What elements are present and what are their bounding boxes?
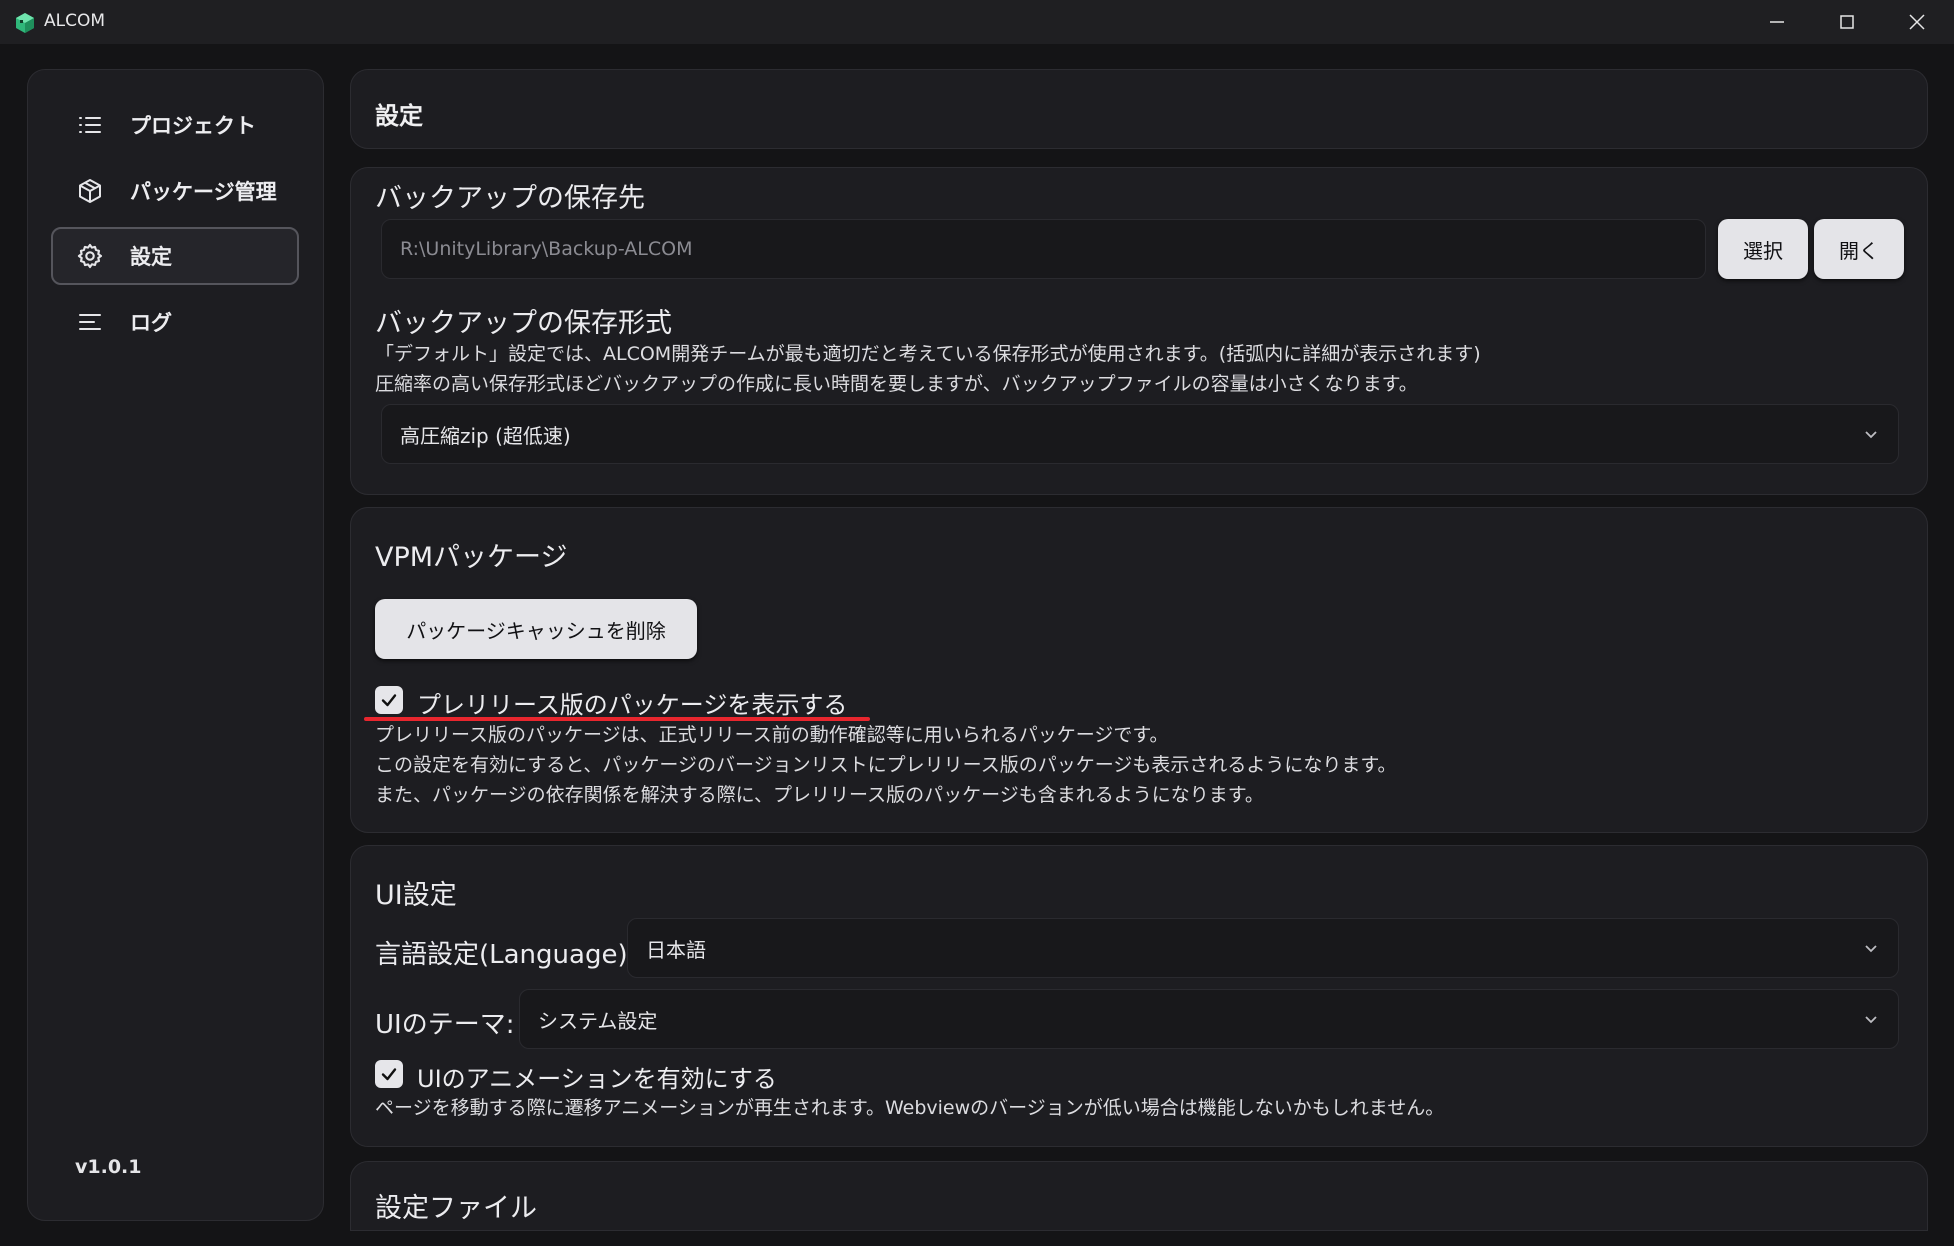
highlight-underline — [364, 717, 870, 721]
close-icon — [1909, 14, 1925, 30]
backup-format-desc: 「デフォルト」設定では、ALCOM開発チームが最も適切だと考えている保存形式が使… — [375, 343, 1481, 365]
checkmark-icon — [381, 694, 397, 707]
page-header: 設定 — [350, 69, 1928, 149]
language-select[interactable]: 日本語 — [627, 918, 1899, 978]
sidebar-item-label: パッケージ管理 — [130, 180, 277, 204]
sidebar-item-label: ログ — [130, 311, 172, 335]
backup-format-desc: 圧縮率の高い保存形式ほどバックアップの作成に長い時間を要しますが、バックアップフ… — [375, 373, 1418, 395]
backup-location-title: バックアップの保存先 — [375, 183, 645, 214]
chevron-down-icon — [1865, 431, 1877, 439]
minimize-icon — [1770, 21, 1784, 23]
backup-format-title: バックアップの保存形式 — [375, 308, 672, 339]
clear-package-cache-button[interactable]: パッケージキャッシュを削除 — [375, 599, 697, 659]
sidebar-item-projects[interactable]: プロジェクト — [51, 96, 299, 154]
close-button[interactable] — [1882, 0, 1952, 44]
list-icon — [75, 110, 105, 140]
prerelease-desc: プレリリース版のパッケージは、正式リリース前の動作確認等に用いられるパッケージで… — [375, 724, 1169, 746]
ui-settings-section: UI設定 言語設定(Language): 日本語 UIのテーマ: システム設定 … — [350, 845, 1928, 1147]
title-bar: ALCOM — [0, 0, 1954, 44]
sidebar-item-settings[interactable]: 設定 — [51, 227, 299, 285]
gear-icon — [75, 241, 105, 271]
language-value: 日本語 — [646, 937, 706, 962]
prerelease-label[interactable]: プレリリース版のパッケージを表示する — [417, 685, 847, 720]
maximize-button[interactable] — [1812, 0, 1882, 44]
backup-format-value: 高圧縮zip (超低速) — [400, 423, 571, 448]
chevron-down-icon — [1865, 1016, 1877, 1024]
minimize-button[interactable] — [1742, 0, 1812, 44]
ui-animation-desc: ページを移動する際に遷移アニメーションが再生されます。Webviewのバージョン… — [375, 1097, 1445, 1119]
settings-file-title: 設定ファイル — [375, 1193, 537, 1224]
prerelease-checkbox[interactable] — [375, 686, 403, 714]
log-lines-icon — [75, 307, 105, 337]
ui-animation-checkbox[interactable] — [375, 1060, 403, 1088]
package-icon — [75, 176, 105, 206]
chevron-down-icon — [1865, 945, 1877, 953]
prerelease-desc: また、パッケージの依存関係を解決する際に、プレリリース版のパッケージも含まれるよ… — [375, 784, 1264, 806]
sidebar-item-label: プロジェクト — [130, 114, 256, 138]
select-folder-button[interactable]: 選択 — [1718, 219, 1808, 279]
theme-value: システム設定 — [538, 1008, 658, 1033]
open-folder-button[interactable]: 開く — [1814, 219, 1904, 279]
sidebar-item-label: 設定 — [130, 245, 172, 269]
backup-section: バックアップの保存先 R:\UnityLibrary\Backup-ALCOM … — [350, 167, 1928, 495]
vpm-section: VPMパッケージ パッケージキャッシュを削除 プレリリース版のパッケージを表示す… — [350, 507, 1928, 833]
app-version: v1.0.1 — [75, 1156, 142, 1178]
theme-select[interactable]: システム設定 — [519, 989, 1899, 1049]
sidebar-item-logs[interactable]: ログ — [51, 293, 299, 351]
backup-path-placeholder: R:\UnityLibrary\Backup-ALCOM — [400, 238, 693, 260]
sidebar-item-packages[interactable]: パッケージ管理 — [51, 162, 299, 220]
language-label: 言語設定(Language): — [375, 940, 637, 970]
settings-file-section: 設定ファイル — [350, 1161, 1928, 1231]
maximize-icon — [1840, 15, 1854, 29]
ui-animation-label[interactable]: UIのアニメーションを有効にする — [417, 1059, 777, 1094]
page-title: 設定 — [375, 102, 423, 130]
prerelease-desc: この設定を有効にすると、パッケージのバージョンリストにプレリリース版のパッケージ… — [375, 754, 1397, 776]
backup-format-select[interactable]: 高圧縮zip (超低速) — [381, 404, 1899, 464]
theme-label: UIのテーマ: — [375, 1010, 515, 1040]
vpm-title: VPMパッケージ — [375, 542, 568, 573]
alcom-logo-icon — [16, 13, 34, 33]
checkmark-icon — [381, 1068, 397, 1081]
ui-settings-title: UI設定 — [375, 880, 457, 911]
backup-path-input[interactable]: R:\UnityLibrary\Backup-ALCOM — [381, 219, 1706, 279]
window-title: ALCOM — [44, 11, 106, 31]
sidebar: プロジェクト パッケージ管理 設定 ログ v1.0.1 — [27, 69, 324, 1221]
